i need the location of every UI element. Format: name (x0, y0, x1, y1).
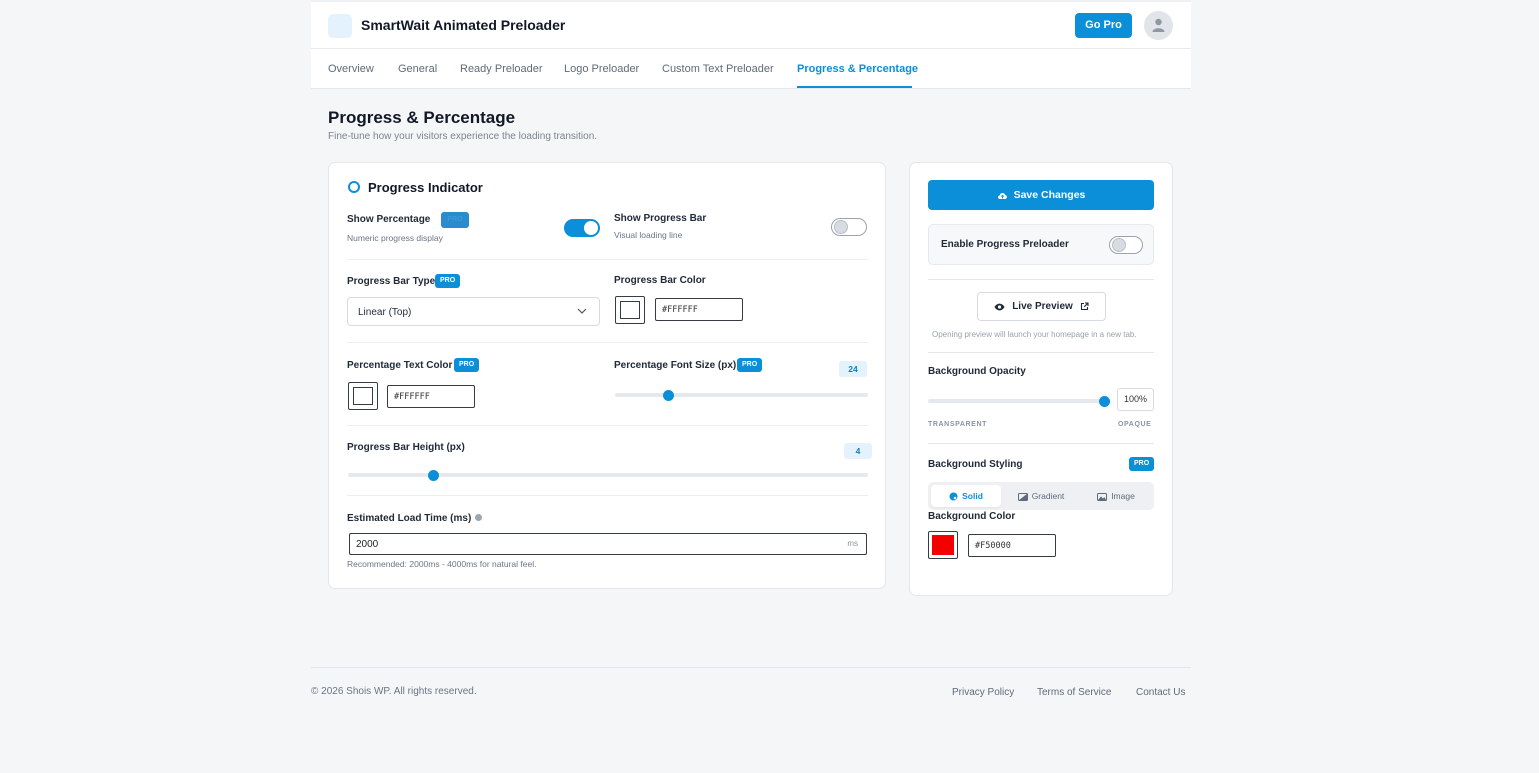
progress-indicator-card: Progress Indicator Show Percentage PRO N… (328, 162, 886, 589)
divider (347, 342, 868, 343)
show-percentage-label: Show Percentage (347, 214, 431, 225)
pro-badge: PRO (1129, 457, 1155, 471)
gradient-icon (1017, 493, 1028, 501)
tab-logo-preloader[interactable]: Logo Preloader (564, 63, 639, 75)
info-icon[interactable] (475, 514, 483, 521)
live-preview-label: Live Preview (1012, 301, 1073, 312)
divider (928, 443, 1154, 444)
avatar[interactable] (1144, 11, 1173, 40)
chevron-down-icon (577, 308, 587, 314)
tab-ready-preloader[interactable]: Ready Preloader (460, 63, 543, 75)
bar-height-slider-thumb[interactable] (428, 470, 440, 481)
percentage-font-size-label: Percentage Font Size (px) (614, 360, 737, 371)
privacy-policy-link[interactable]: Privacy Policy (952, 687, 1014, 698)
pro-badge: PRO (737, 358, 763, 372)
enable-preloader-label: Enable Progress Preloader (941, 239, 1069, 250)
progress-bar-color-swatch[interactable] (615, 296, 645, 324)
tab-progress-percentage[interactable]: Progress & Percentage (797, 63, 918, 75)
save-changes-label: Save Changes (1013, 189, 1086, 201)
percentage-text-color-label: Percentage Text Color (347, 360, 453, 371)
tab-custom-text-preloader[interactable]: Custom Text Preloader (662, 63, 774, 75)
eye-icon (994, 303, 1005, 311)
divider (928, 279, 1154, 280)
save-changes-button[interactable]: Save Changes (928, 180, 1154, 210)
settings-sidebar-card: Save Changes Enable Progress Preloader L… (909, 162, 1173, 596)
show-progress-bar-label: Show Progress Bar (614, 213, 707, 224)
progress-bar-type-select[interactable]: Linear (Top) (347, 297, 600, 326)
percentage-text-color-swatch[interactable] (348, 382, 378, 410)
app-header: SmartWait Animated Preloader Go Pro (311, 2, 1191, 49)
tab-general[interactable]: General (398, 63, 437, 75)
background-styling-label: Background Styling (928, 459, 1023, 470)
progress-bar-height-label: Progress Bar Height (px) (347, 442, 465, 453)
font-size-slider-thumb[interactable] (662, 390, 674, 401)
divider (347, 425, 868, 426)
divider (347, 259, 868, 260)
style-option-solid[interactable]: Solid (931, 485, 1001, 507)
go-pro-button[interactable]: Go Pro (1075, 13, 1132, 38)
external-link-icon (1080, 302, 1089, 311)
divider (347, 495, 868, 496)
style-option-image[interactable]: Image (1081, 485, 1151, 507)
pro-badge: PRO (441, 212, 469, 228)
background-opacity-label: Background Opacity (928, 366, 1026, 377)
enable-preloader-row: Enable Progress Preloader (928, 224, 1154, 265)
enable-preloader-toggle[interactable] (1109, 236, 1143, 254)
preview-note: Opening preview will launch your homepag… (932, 330, 1137, 339)
tab-bar: Overview General Ready Preloader Logo Pr… (311, 49, 1191, 89)
cloud-upload-icon (997, 192, 1007, 199)
tab-overview[interactable]: Overview (328, 63, 374, 75)
show-progress-bar-toggle[interactable] (831, 218, 867, 236)
font-size-slider-track[interactable] (615, 393, 868, 397)
load-time-value: 2000 (356, 539, 379, 550)
percentage-text-color-input[interactable]: #FFFFFF (387, 385, 475, 408)
opacity-slider-track[interactable] (928, 399, 1104, 403)
progress-bar-color-label: Progress Bar Color (614, 275, 706, 286)
show-percentage-toggle[interactable] (564, 219, 600, 237)
bar-height-slider-track[interactable] (348, 473, 868, 477)
footer-divider (311, 667, 1191, 668)
background-color-swatch[interactable] (928, 531, 958, 559)
selected-value: Linear (Top) (358, 307, 412, 318)
style-option-gradient[interactable]: Gradient (1006, 485, 1076, 507)
page-title: Progress & Percentage (328, 108, 516, 127)
app-title: SmartWait Animated Preloader (361, 17, 566, 33)
pro-badge: PRO (454, 358, 480, 372)
progress-bar-type-label: Progress Bar Type (347, 276, 436, 287)
progress-bar-color-input[interactable]: #FFFFFF (655, 298, 743, 321)
user-icon (1152, 18, 1165, 32)
section-title: Progress Indicator (368, 180, 483, 195)
app-logo (328, 14, 352, 38)
divider (928, 352, 1154, 353)
contact-us-link[interactable]: Contact Us (1136, 687, 1185, 698)
load-time-unit: ms (847, 539, 858, 548)
active-tab-indicator (797, 86, 912, 88)
pro-badge: PRO (435, 274, 461, 288)
live-preview-button[interactable]: Live Preview (977, 292, 1106, 321)
page-subtitle: Fine-tune how your visitors experience t… (328, 131, 598, 142)
background-color-input[interactable]: #F50000 (968, 534, 1056, 557)
font-size-value-badge: 24 (839, 361, 867, 377)
circle-icon (348, 181, 360, 193)
estimated-load-time-label: Estimated Load Time (ms) (347, 513, 483, 524)
opacity-slider-thumb[interactable] (1098, 396, 1110, 407)
bar-height-value-badge: 4 (844, 443, 872, 459)
terms-of-service-link[interactable]: Terms of Service (1037, 687, 1111, 698)
copyright: © 2026 Shois WP. All rights reserved. (311, 686, 477, 697)
transparent-label: TRANSPARENT (928, 421, 987, 428)
show-percentage-sub: Numeric progress display (347, 233, 443, 243)
show-progress-bar-sub: Visual loading line (614, 230, 683, 240)
background-style-selector: Solid Gradient Image (928, 482, 1154, 510)
load-time-hint: Recommended: 2000ms - 4000ms for natural… (347, 559, 537, 569)
opacity-value[interactable]: 100% (1117, 388, 1154, 411)
palette-icon (949, 492, 958, 501)
opaque-label: OPAQUE (1118, 421, 1152, 428)
load-time-input[interactable]: 2000 ms (349, 533, 867, 555)
image-icon (1097, 493, 1108, 501)
background-color-label: Background Color (928, 511, 1016, 522)
